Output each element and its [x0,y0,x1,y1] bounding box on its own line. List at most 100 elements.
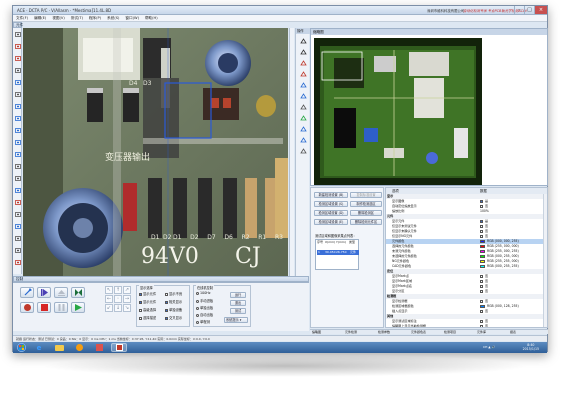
checkbox-box[interactable] [139,316,142,320]
zoom-in-icon[interactable] [299,125,307,132]
bga-tool-icon[interactable] [14,211,21,217]
select-tool-icon[interactable] [14,31,21,37]
checkbox-box[interactable] [165,300,168,304]
props-scrollbar[interactable] [543,194,547,327]
menu-item[interactable]: 系统(S) [107,16,119,21]
app-taskbar-icon[interactable] [111,343,127,352]
arrow-icon[interactable] [299,37,307,44]
chart-icon[interactable] [299,103,307,110]
save-area-button[interactable]: 检测区域设置 (S) [314,201,348,207]
capacitor-tool-icon[interactable] [14,151,21,157]
move-up-icon[interactable]: ↑ [114,286,122,294]
online-radio[interactable]: 手动进板 [196,298,213,303]
new-area-button[interactable]: 新建检测设置 (B) [314,192,348,198]
delete-tool-icon[interactable] [14,259,21,265]
resistor-tool-icon[interactable] [14,91,21,97]
box2-icon[interactable] [299,70,307,77]
area-table[interactable]: 序号 X(mm) Y(mm) 类型 1 30.450 26.750 元件 [315,239,359,270]
draw-icon[interactable] [299,81,307,88]
zoom-tool-icon[interactable] [14,223,21,229]
transistor-tool-icon[interactable] [14,175,21,181]
step-forward-button[interactable] [37,287,51,298]
online-radio[interactable]: 单独出板 [196,305,213,310]
record-button[interactable] [20,302,34,313]
menu-item[interactable]: 文件(F) [16,16,28,21]
move-left-icon[interactable]: ← [105,295,113,303]
menu-item[interactable]: 测试(T) [71,16,83,21]
connector-tool-icon[interactable] [14,187,21,193]
gear-tool-icon[interactable] [14,127,21,133]
property-checkbox[interactable] [480,199,483,203]
property-row[interactable]: 缩略图上显示当前检测框 否 [386,324,547,327]
checkbox-box[interactable] [139,300,142,304]
menu-item[interactable]: 视图(V) [52,16,64,21]
component-tool-icon[interactable] [14,79,21,85]
menu-item[interactable]: 帮助(H) [145,16,158,21]
pause-button[interactable] [54,302,68,313]
stop-button[interactable] [37,302,51,313]
checkbox-box[interactable] [165,292,168,296]
move-down-left-icon[interactable]: ↙ [105,304,113,312]
property-checkbox[interactable] [480,234,483,238]
move-down-right-icon[interactable]: ↘ [123,304,131,312]
property-checkbox[interactable] [480,319,483,323]
property-checkbox[interactable] [480,284,483,288]
diode-tool-icon[interactable] [14,163,21,169]
butterfly-button[interactable] [71,287,85,298]
property-checkbox[interactable] [480,229,483,233]
property-checkbox[interactable] [480,299,483,303]
move-home-icon[interactable]: ◦ [114,295,122,303]
eject-button[interactable] [54,287,68,298]
maximize-button[interactable]: □ [524,6,534,14]
menu-item[interactable]: 编辑(E) [34,16,46,21]
pen-icon[interactable] [299,92,307,99]
radio-dot[interactable] [196,306,199,310]
checkbox-box[interactable] [165,308,168,312]
chip-tool-icon[interactable] [14,103,21,109]
property-checkbox[interactable] [480,274,483,278]
display-checkbox[interactable]: 高级选择 [139,307,156,312]
minimize-button[interactable]: – [514,6,524,14]
property-checkbox[interactable] [480,289,483,293]
table-row[interactable]: 1 30.450 26.750 元件 [317,250,359,255]
box-icon[interactable] [299,59,307,66]
move-up-left-icon[interactable]: ↖ [105,286,113,294]
ie-taskbar-icon[interactable]: e [31,343,47,352]
online-radio[interactable]: 100Hz [196,291,211,295]
menu-item[interactable]: 程序(P) [89,16,101,21]
property-checkbox[interactable] [480,324,483,327]
radio-dot[interactable] [196,320,199,324]
property-grid[interactable]: 选项 数据 显示 显示图像是自动定位缩放显示否缩放比例 100% 元件 显示元件是仅显示… [385,187,548,328]
property-checkbox[interactable] [480,279,483,283]
measure-tool-icon[interactable] [14,67,21,73]
copy-area-button[interactable]: 制作检测选区 [350,201,382,207]
display-checkbox[interactable]: 相关显示 [165,299,182,304]
batch-delete-button[interactable]: 删除检测元件区 [350,219,382,225]
radio-dot[interactable] [196,313,199,317]
settings-icon[interactable] [299,147,307,154]
property-checkbox[interactable] [480,219,483,223]
taskbar-clock[interactable]: 8:40 2015/1/15 [523,343,539,351]
camera-scrollbar[interactable] [289,28,294,276]
scan-icon[interactable] [299,114,307,121]
display-checkbox[interactable]: 显示不良 [165,291,182,296]
move-down-icon[interactable]: ↓ [114,304,122,312]
online-radio[interactable]: 自动出板 [196,312,213,317]
start-button[interactable] [15,343,27,352]
checkbox-box[interactable] [139,308,142,312]
online-radio[interactable]: 单程测 [196,319,210,324]
property-checkbox[interactable] [480,309,483,313]
paint-taskbar-icon[interactable] [91,343,107,352]
media-taskbar-icon[interactable] [71,343,87,352]
camera-view[interactable]: 变压器输出 D1 D2 D7 D6 R2 R1 R3 94V0 CJ D4 D3 D1 D2 [23,28,288,276]
tool-button[interactable] [20,287,34,298]
test-button[interactable]: 测试 [230,308,246,314]
edit-area-button[interactable]: 检测区域设置 (D) [314,210,348,216]
system-combo[interactable]: 系统提示 ▾ [224,317,248,323]
thumbnail-image[interactable] [314,38,482,185]
checkbox-box[interactable] [139,292,142,296]
move-right-icon[interactable]: → [123,295,131,303]
hand-icon[interactable] [299,48,307,55]
rect-tool-icon[interactable] [14,43,21,49]
explorer-taskbar-icon[interactable] [51,343,67,352]
